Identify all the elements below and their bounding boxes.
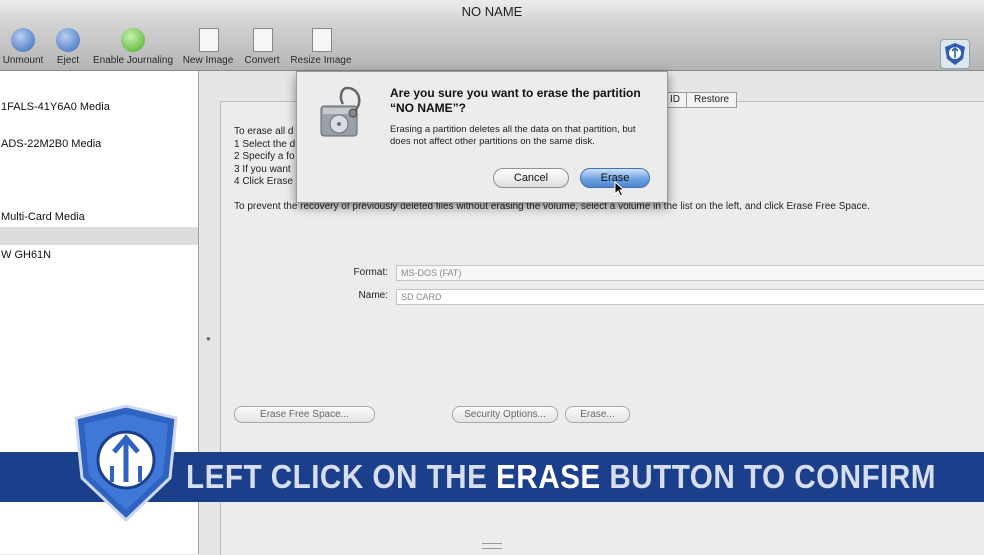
convert-button[interactable]: Convert (240, 24, 284, 70)
window-title: NO NAME (461, 4, 523, 19)
convert-icon (253, 28, 273, 52)
name-field[interactable]: SD CARD (396, 289, 984, 305)
instruction-step-2: 2 Specify a fo (234, 151, 295, 162)
eject-label: Eject (56, 55, 80, 66)
enable-journaling-button[interactable]: Enable Journaling (90, 24, 176, 70)
security-options-button[interactable]: Security Options... (452, 406, 558, 423)
tab-restore[interactable]: Restore (686, 92, 738, 108)
sidebar-item-label: ADS-22M2B0 Media (1, 138, 102, 150)
instruction-step-3: 3 If you want (234, 164, 291, 175)
instruction-step-1: 1 Select the d (234, 139, 296, 150)
erase-free-space-button[interactable]: Erase Free Space... (234, 406, 375, 423)
banner-text-emphasis: ERASE (496, 458, 601, 495)
unmount-label: Unmount (2, 55, 44, 66)
banner-caption: LEFT CLICK ON THE ERASE BUTTON TO CONFIR… (186, 452, 936, 502)
dialog-title: Are you sure you want to erase the parti… (390, 86, 641, 115)
unmount-icon (11, 28, 35, 52)
dialog-message: Erasing a partition deletes all the data… (390, 124, 636, 147)
erase-confirm-dialog: Are you sure you want to erase the parti… (296, 71, 668, 203)
format-label: Format: (353, 267, 388, 278)
new-image-icon (199, 28, 219, 52)
mouse-pointer-icon (614, 180, 626, 197)
eject-icon (56, 28, 80, 52)
format-select[interactable]: MS-DOS (FAT) (396, 265, 984, 281)
resize-image-button[interactable]: Resize Image (288, 24, 354, 70)
shield-logo-icon (72, 404, 180, 523)
instruction-intro: To erase all d (234, 126, 294, 137)
disk-utility-icon (317, 84, 367, 140)
sidebar-item-multi-card[interactable]: Multi-Card Media (0, 208, 198, 226)
tab-restore-label: Restore (694, 94, 730, 105)
new-image-button[interactable]: New Image (180, 24, 236, 70)
toolbar: Unmount Eject Enable Journaling New Imag… (0, 24, 984, 71)
enable-journaling-label: Enable Journaling (92, 55, 174, 66)
journaling-icon (121, 28, 145, 52)
sidebar-item-disk1[interactable]: 1FALS-41Y6A0 Media (0, 98, 198, 116)
name-label: Name: (358, 290, 388, 301)
new-image-label: New Image (182, 55, 234, 66)
window-title-bar: NO NAME (0, 0, 984, 24)
sidebar-item-label: W GH61N (1, 249, 52, 261)
resize-grip[interactable] (482, 543, 502, 549)
cancel-button[interactable]: Cancel (493, 168, 569, 188)
banner-text-part: BUTTON TO CONFIRM (600, 458, 936, 495)
sidebar-item-optical[interactable]: W GH61N (0, 246, 198, 264)
resize-image-icon (312, 28, 332, 52)
sidebar-item-disk2[interactable]: ADS-22M2B0 Media (0, 135, 198, 153)
splitter-grip-icon[interactable]: ● (206, 334, 211, 343)
eject-button[interactable]: Eject (50, 24, 86, 70)
instruction-step-4: 4 Click Erase (234, 176, 293, 187)
sidebar-item-label: 1FALS-41Y6A0 Media (1, 101, 110, 113)
erase-panel-button[interactable]: Erase... (565, 406, 630, 423)
convert-label: Convert (244, 55, 280, 66)
sidebar-item-label (0, 230, 1, 242)
unmount-button[interactable]: Unmount (0, 24, 46, 70)
sidebar-item-selected[interactable] (0, 227, 198, 245)
resize-image-label: Resize Image (290, 55, 352, 66)
sidebar-item-label: Multi-Card Media (1, 211, 85, 223)
banner-text-part: LEFT CLICK ON THE (186, 458, 497, 495)
tab-raid-label: ID (670, 94, 680, 105)
app-logo-icon (940, 39, 970, 69)
